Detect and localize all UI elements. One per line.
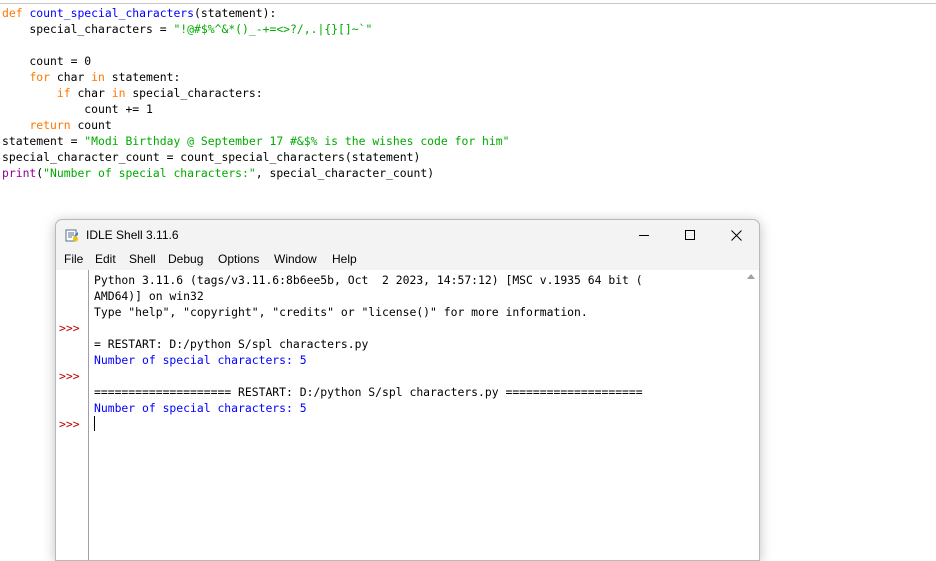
code-line: special_character_count = count_special_… bbox=[2, 149, 420, 165]
code-token: (statement): bbox=[194, 6, 277, 20]
menu-file[interactable]: File bbox=[64, 252, 83, 266]
code-token: count += 1 bbox=[2, 102, 153, 116]
code-token: in bbox=[91, 70, 105, 84]
code-line: statement = "Modi Birthday @ September 1… bbox=[2, 133, 509, 149]
window-title: IDLE Shell 3.11.6 bbox=[86, 228, 179, 242]
code-token: special_character_count = count_special_… bbox=[2, 150, 421, 164]
banner-line: Type "help", "copyright", "credits" or "… bbox=[94, 305, 588, 319]
menu-window[interactable]: Window bbox=[274, 252, 317, 266]
code-token: print bbox=[2, 166, 37, 180]
maximize-button[interactable] bbox=[667, 220, 713, 250]
code-line: special_characters = "!@#$%^&*()_-+=<>?/… bbox=[2, 21, 372, 37]
code-token: return bbox=[29, 118, 71, 132]
code-token: , special_character_count) bbox=[255, 166, 435, 180]
code-token: char bbox=[70, 86, 112, 100]
code-line: for char in statement: bbox=[2, 69, 180, 85]
menu-debug[interactable]: Debug bbox=[168, 252, 203, 266]
program-output: Number of special characters: 5 bbox=[94, 401, 307, 415]
program-output: Number of special characters: 5 bbox=[94, 353, 307, 367]
menu-bar: File Edit Shell Debug Options Window Hel… bbox=[56, 250, 759, 270]
code-token: statement: bbox=[104, 70, 181, 84]
code-token: char bbox=[50, 70, 92, 84]
code-token: "!@#$%^&*()_-+=<>?/,.|{}[]~`" bbox=[173, 22, 373, 36]
scroll-up-arrow-icon[interactable] bbox=[747, 274, 755, 279]
vertical-scrollbar[interactable] bbox=[742, 270, 759, 560]
code-line: count = 0 bbox=[2, 53, 91, 69]
restart-line: ==================== RESTART: D:/python … bbox=[94, 385, 643, 399]
code-token: count_special_characters bbox=[29, 6, 195, 20]
minimize-button[interactable] bbox=[621, 220, 667, 250]
maximize-icon bbox=[685, 230, 695, 240]
menu-options[interactable]: Options bbox=[218, 252, 259, 266]
code-line: count += 1 bbox=[2, 101, 153, 117]
code-line: def count_special_characters(statement): bbox=[2, 5, 276, 21]
close-icon bbox=[730, 229, 742, 241]
shell-prompt: >>> bbox=[59, 417, 80, 431]
shell-text-area[interactable]: >>> >>> >>> Python 3.11.6 (tags/v3.11.6:… bbox=[56, 270, 759, 560]
code-token: "Modi Birthday @ September 17 #&$% is th… bbox=[84, 134, 510, 148]
minimize-icon bbox=[639, 235, 649, 236]
code-token: for bbox=[29, 70, 51, 84]
code-token: if bbox=[56, 86, 71, 100]
code-token: def bbox=[2, 6, 30, 20]
shell-prompt: >>> bbox=[59, 369, 80, 383]
code-token: count = 0 bbox=[2, 54, 92, 68]
banner-line: Python 3.11.6 (tags/v3.11.6:8b6ee5b, Oct… bbox=[94, 273, 643, 287]
code-line: print("Number of special characters:", s… bbox=[2, 165, 434, 181]
title-bar[interactable]: IDLE Shell 3.11.6 bbox=[56, 220, 759, 250]
menu-edit[interactable]: Edit bbox=[95, 252, 116, 266]
close-button[interactable] bbox=[713, 220, 759, 250]
shell-prompt: >>> bbox=[59, 321, 80, 335]
code-token: statement = bbox=[2, 134, 85, 148]
prompt-gutter: >>> >>> >>> bbox=[56, 270, 89, 560]
idle-shell-window: IDLE Shell 3.11.6 File Edit Shell Debug … bbox=[55, 219, 760, 561]
code-token: "Number of special characters:" bbox=[43, 166, 256, 180]
banner-line: AMD64)] on win32 bbox=[94, 289, 204, 303]
code-token: in bbox=[111, 86, 126, 100]
menu-shell[interactable]: Shell bbox=[129, 252, 156, 266]
idle-app-icon bbox=[65, 229, 78, 242]
code-token: count bbox=[70, 118, 112, 132]
restart-line: = RESTART: D:/python S/spl characters.py bbox=[94, 337, 369, 351]
code-line: return count bbox=[2, 117, 112, 133]
code-line: if char in special_characters: bbox=[2, 85, 263, 101]
code-token: special_characters = bbox=[2, 22, 174, 36]
text-cursor bbox=[94, 416, 95, 431]
menu-help[interactable]: Help bbox=[332, 252, 357, 266]
code-token: special_characters: bbox=[125, 86, 263, 100]
top-divider bbox=[0, 3, 936, 4]
